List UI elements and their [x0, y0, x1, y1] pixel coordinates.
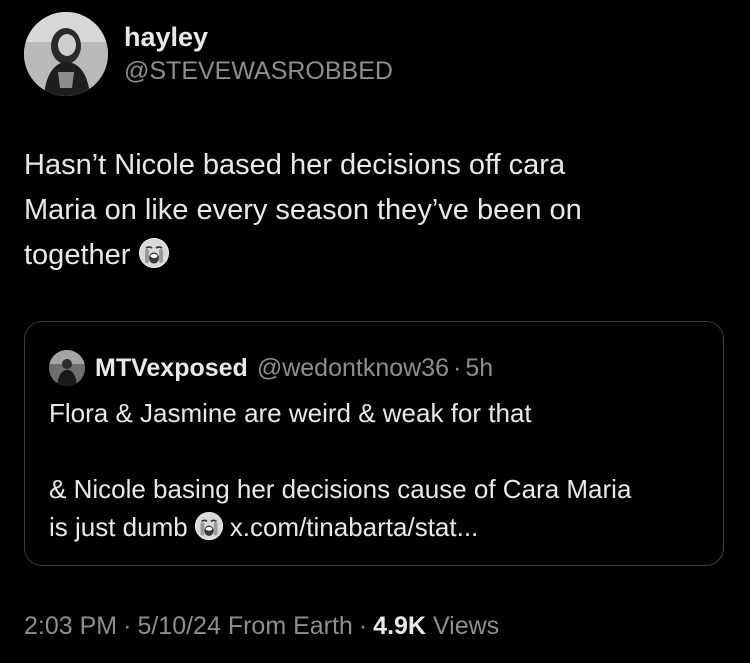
- quoted-tweet-header: MTVexposed @wedontknow36 · 5h: [49, 350, 493, 386]
- author-header: hayley @STEVEWASROBBED: [24, 12, 393, 96]
- separator-dot: ·: [123, 612, 132, 640]
- separator-dot: ·: [358, 612, 368, 640]
- author-handle[interactable]: @STEVEWASROBBED: [124, 55, 393, 87]
- loudly-crying-face-icon: [194, 511, 224, 541]
- separator-dot: ·: [453, 353, 462, 382]
- quoted-text-segment: is just dumb: [49, 512, 188, 542]
- quoted-author-avatar-image: [49, 350, 85, 386]
- author-avatar[interactable]: [24, 12, 108, 96]
- author-names: hayley @STEVEWASROBBED: [124, 21, 393, 87]
- views-count[interactable]: 4.9K: [373, 612, 426, 640]
- quoted-author-avatar[interactable]: [49, 350, 85, 386]
- tweet: hayley @STEVEWASROBBED Hasn’t Nicole bas…: [0, 0, 750, 663]
- author-avatar-image: [24, 12, 108, 96]
- quoted-tweet-text: Flora & Jasmine are weird & weak for tha…: [49, 394, 709, 546]
- loudly-crying-face-icon: [138, 237, 170, 269]
- tweet-text-line: Hasn’t Nicole based her decisions off ca…: [24, 149, 566, 181]
- author-display-name[interactable]: hayley: [124, 21, 393, 53]
- quoted-tweet-card[interactable]: MTVexposed @wedontknow36 · 5h Flora & Ja…: [24, 321, 724, 566]
- tweet-source: From Earth: [227, 612, 353, 640]
- quoted-text-line-3: is just dumb x.com/tinabarta/stat...: [49, 508, 709, 546]
- tweet-time[interactable]: 2:03 PM: [24, 612, 117, 640]
- tweet-text-line: Maria on like every season they’ve been …: [24, 194, 582, 226]
- tweet-text-line: together: [24, 239, 131, 271]
- quoted-text-line: & Nicole basing her decisions cause of C…: [49, 474, 632, 504]
- tweet-text: Hasn’t Nicole based her decisions off ca…: [24, 143, 704, 278]
- quoted-author-display-name[interactable]: MTVexposed: [95, 354, 248, 383]
- quoted-text-line: Flora & Jasmine are weird & weak for tha…: [49, 398, 532, 428]
- views-label: Views: [432, 612, 500, 640]
- tweet-meta: 2:03 PM · 5/10/24 From Earth · 4.9K Views: [24, 612, 499, 641]
- tweet-date[interactable]: 5/10/24: [137, 612, 220, 640]
- quoted-tweet-time[interactable]: 5h: [465, 354, 493, 383]
- quoted-author-handle[interactable]: @wedontknow36: [257, 354, 449, 383]
- quoted-tweet-link[interactable]: x.com/tinabarta/stat...: [230, 512, 479, 542]
